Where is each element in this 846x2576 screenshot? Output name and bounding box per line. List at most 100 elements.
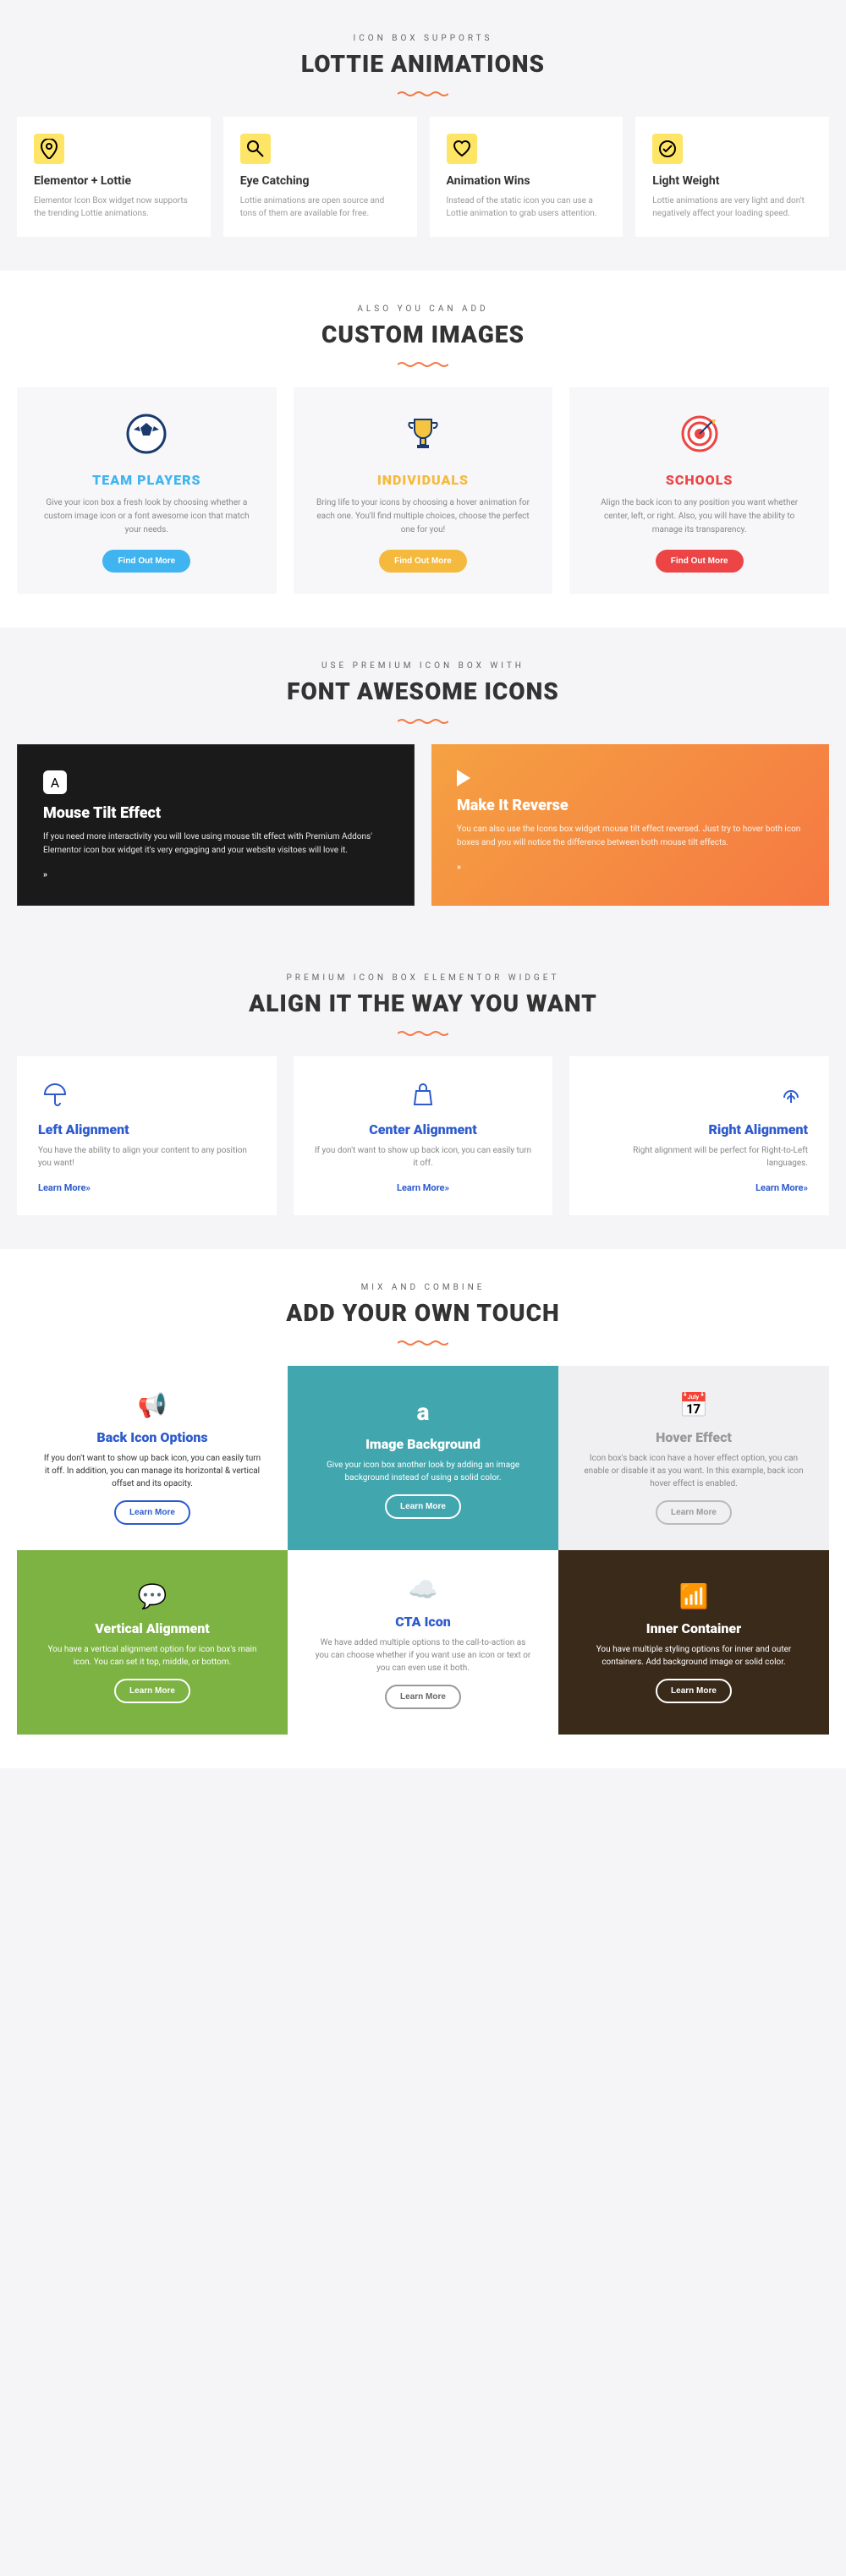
card-desc: Lottie animations are very light and don… (652, 195, 812, 220)
section-lottie: ICON BOX SUPPORTS LOTTIE ANIMATIONS Elem… (0, 0, 846, 271)
bag-icon (406, 1077, 440, 1111)
card-desc: Align the back icon to any position you … (591, 496, 808, 537)
card-desc: You can also use the Icons box widget mo… (457, 823, 804, 850)
card-desc: Right alignment will be perfect for Righ… (591, 1144, 808, 1170)
card-desc: You have the ability to align your conte… (38, 1144, 255, 1170)
card-title: Center Alignment (315, 1121, 532, 1137)
learn-more-link[interactable]: Learn More» (755, 1182, 808, 1193)
heading: ALIGN IT THE WAY YOU WANT (17, 989, 829, 1017)
card-desc: Elementor Icon Box widget now supports t… (34, 195, 194, 220)
card-title: Hover Effect (656, 1429, 732, 1445)
card-desc: Icon box's back icon have a hover effect… (584, 1452, 804, 1490)
touch-card-vertical: 💬 Vertical Alignment You have a vertical… (17, 1550, 288, 1735)
card-title: Animation Wins (447, 174, 607, 188)
heart-icon (447, 134, 477, 164)
squiggle-icon (398, 1334, 448, 1340)
learn-more-button[interactable]: Learn More (114, 1500, 190, 1525)
card-title: Image Background (365, 1436, 481, 1452)
arrow-link[interactable]: » (43, 870, 388, 880)
card-title: Eye Catching (240, 174, 400, 188)
lottie-card: Animation Wins Instead of the static ico… (430, 117, 624, 237)
amazon-icon: a (417, 1398, 430, 1426)
squiggle-icon (398, 1024, 448, 1031)
touch-card-inner: 📶 Inner Container You have multiple styl… (558, 1550, 829, 1735)
card-desc: Give your icon box a fresh look by choos… (38, 496, 255, 537)
align-card-left: Left Alignment You have the ability to a… (17, 1056, 277, 1215)
section-own-touch: MIX AND COMBINE ADD YOUR OWN TOUCH 📢 Bac… (0, 1249, 846, 1768)
section-custom-images: ALSO YOU CAN ADD CUSTOM IMAGES TEAM PLAY… (0, 271, 846, 628)
card-title: Light Weight (652, 174, 812, 188)
lottie-card: Light Weight Lottie animations are very … (635, 117, 829, 237)
lottie-card: Elementor + Lottie Elementor Icon Box wi… (17, 117, 211, 237)
section-alignment: PREMIUM ICON BOX ELEMENTOR WIDGET ALIGN … (0, 940, 846, 1249)
card-title: TEAM PLAYERS (38, 472, 255, 488)
align-card-right: Right Alignment Right alignment will be … (569, 1056, 829, 1215)
card-desc: If you don't want to show up back icon, … (315, 1144, 532, 1170)
card-title: SCHOOLS (591, 472, 808, 488)
squiggle-icon (398, 712, 448, 719)
heading: LOTTIE ANIMATIONS (17, 50, 829, 78)
find-out-more-button[interactable]: Find Out More (656, 550, 744, 573)
card-title: Elementor + Lottie (34, 174, 194, 188)
heading: CUSTOM IMAGES (17, 321, 829, 348)
learn-more-button[interactable]: Learn More (385, 1494, 461, 1519)
section-font-awesome: USE PREMIUM ICON BOX WITH FONT AWESOME I… (0, 628, 846, 940)
eyebrow: MIX AND COMBINE (17, 1283, 829, 1292)
learn-more-link[interactable]: Learn More» (38, 1182, 91, 1193)
find-out-more-button[interactable]: Find Out More (102, 550, 190, 573)
team-card: SCHOOLS Align the back icon to any posit… (569, 387, 829, 594)
card-title: Make It Reverse (457, 797, 804, 814)
cloud-icon: ☁️ (409, 1576, 438, 1603)
learn-more-link[interactable]: Learn More» (397, 1182, 449, 1193)
wifi-icon: 📶 (679, 1582, 709, 1610)
card-desc: If you need more interactivity you will … (43, 830, 388, 858)
arrow-link[interactable]: » (457, 863, 804, 872)
heading: ADD YOUR OWN TOUCH (17, 1299, 829, 1327)
card-desc: Bring life to your icons by choosing a h… (315, 496, 532, 537)
tilt-card[interactable]: A Mouse Tilt Effect If you need more int… (17, 744, 415, 906)
card-desc: If you don't want to show up back icon, … (42, 1452, 262, 1490)
card-desc: Instead of the static icon you can use a… (447, 195, 607, 220)
eyebrow: USE PREMIUM ICON BOX WITH (17, 661, 829, 671)
team-card: TEAM PLAYERS Give your icon box a fresh … (17, 387, 277, 594)
align-card-center: Center Alignment If you don't want to sh… (294, 1056, 553, 1215)
heading: FONT AWESOME ICONS (17, 677, 829, 705)
tilt-card[interactable]: Make It Reverse You can also use the Ico… (431, 744, 829, 906)
learn-more-button[interactable]: Learn More (656, 1679, 732, 1703)
eyebrow: PREMIUM ICON BOX ELEMENTOR WIDGET (17, 973, 829, 983)
card-desc: Lottie animations are open source and to… (240, 195, 400, 220)
soccer-ball-icon (121, 408, 172, 459)
find-out-more-button[interactable]: Find Out More (379, 550, 467, 573)
calendar-icon: 📅 (679, 1391, 709, 1419)
card-desc: You have a vertical alignment option for… (42, 1643, 262, 1669)
card-title: Back Icon Options (96, 1429, 207, 1445)
card-title: Mouse Tilt Effect (43, 804, 388, 822)
card-title: Inner Container (646, 1620, 741, 1636)
pin-icon (34, 134, 64, 164)
check-icon (652, 134, 683, 164)
learn-more-button[interactable]: Learn More (656, 1500, 732, 1525)
card-desc: We have added multiple options to the ca… (313, 1636, 533, 1674)
card-title: INDIVIDUALS (315, 472, 532, 488)
target-icon (674, 408, 725, 459)
umbrella-icon (38, 1077, 72, 1111)
learn-more-button[interactable]: Learn More (385, 1685, 461, 1709)
app-store-icon: A (43, 770, 67, 794)
card-title: Right Alignment (591, 1121, 808, 1137)
chat-icon: 💬 (138, 1582, 168, 1610)
megaphone-icon: 📢 (138, 1391, 168, 1419)
squiggle-icon (398, 85, 448, 91)
eyebrow: ALSO YOU CAN ADD (17, 304, 829, 314)
eyebrow: ICON BOX SUPPORTS (17, 34, 829, 43)
touch-card-image-bg: a Image Background Give your icon box an… (288, 1366, 558, 1550)
card-title: Vertical Alignment (95, 1620, 209, 1636)
learn-more-button[interactable]: Learn More (114, 1679, 190, 1703)
touch-card-back-icon: 📢 Back Icon Options If you don't want to… (17, 1366, 288, 1550)
trophy-icon (398, 408, 448, 459)
card-title: CTA Icon (395, 1614, 451, 1630)
team-card: INDIVIDUALS Bring life to your icons by … (294, 387, 553, 594)
lottie-card: Eye Catching Lottie animations are open … (223, 117, 417, 237)
card-desc: You have multiple styling options for in… (584, 1643, 804, 1669)
squiggle-icon (398, 355, 448, 362)
play-icon (457, 770, 804, 787)
